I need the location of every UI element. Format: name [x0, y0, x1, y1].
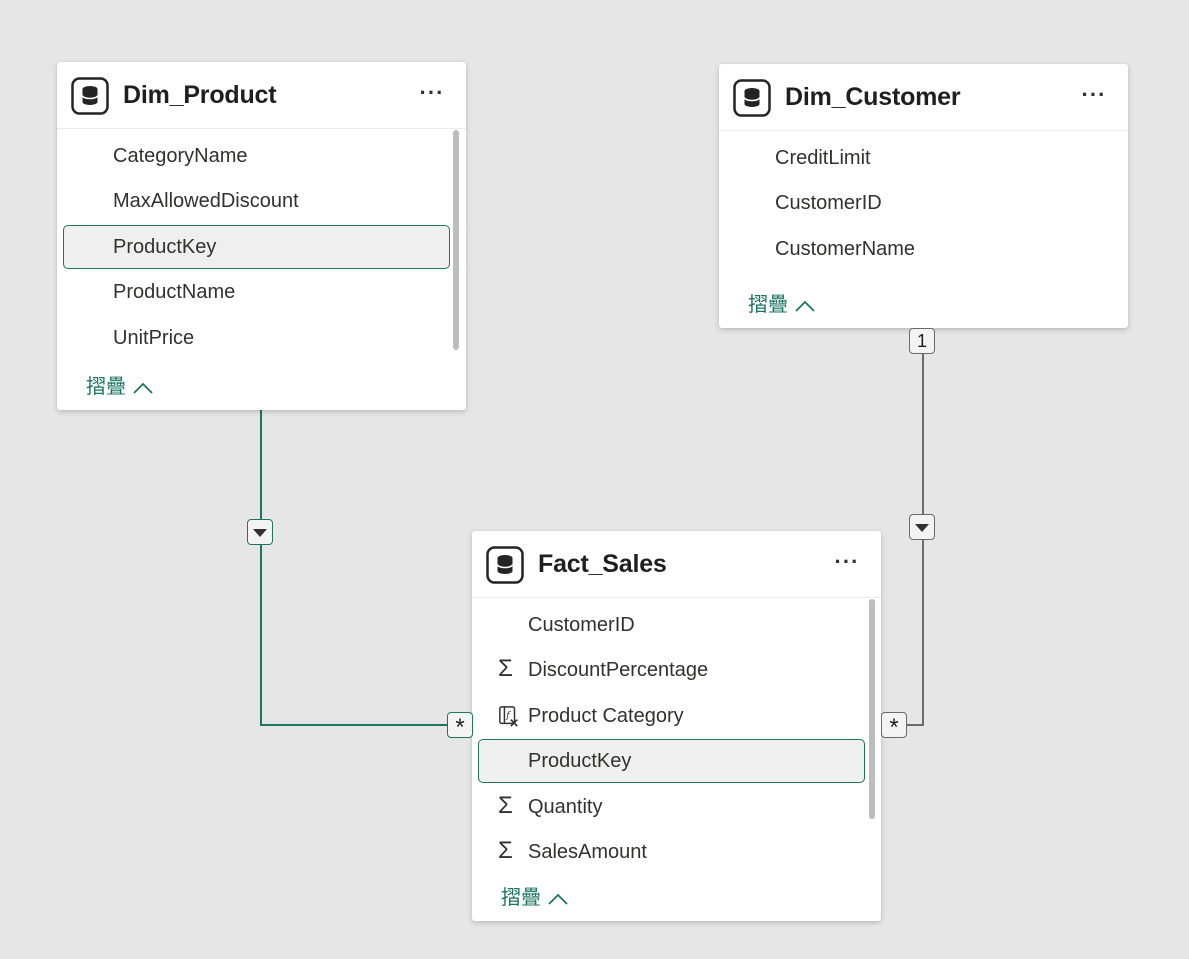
triangle-down-icon	[915, 524, 929, 532]
field-row-selected[interactable]: ProductKey	[63, 225, 450, 269]
table-card-dim-product[interactable]: Dim_Product ··· CategoryName MaxAllowedD…	[57, 62, 466, 410]
collapse-label: 摺疊	[501, 887, 541, 909]
field-name: Quantity	[528, 796, 603, 818]
table-title: Dim_Customer	[785, 83, 961, 111]
cardinality-one-marker-customer: 1	[909, 328, 935, 354]
field-row[interactable]: ProductName	[63, 270, 450, 314]
database-table-icon	[71, 77, 109, 115]
field-row[interactable]: UnitPrice	[63, 316, 450, 360]
field-name: UnitPrice	[113, 327, 195, 349]
scrollbar[interactable]	[453, 130, 459, 350]
collapse-button[interactable]: 摺疊	[501, 881, 569, 910]
cardinality-many-marker-product: *	[447, 712, 473, 741]
triangle-down-icon	[253, 529, 267, 537]
sigma-icon: Σ	[498, 655, 513, 682]
collapse-label: 摺疊	[86, 376, 126, 398]
field-name: DiscountPercentage	[528, 659, 709, 681]
field-name: ProductKey	[113, 236, 217, 258]
collapse-label: 摺疊	[748, 294, 788, 316]
field-name: CustomerID	[775, 192, 882, 214]
table-header[interactable]: Dim_Customer ···	[719, 64, 1128, 131]
cardinality-many-marker-customer: *	[881, 712, 907, 741]
field-row[interactable]: CustomerName	[725, 227, 1112, 271]
field-name: CreditLimit	[775, 147, 871, 169]
field-row-selected[interactable]: ProductKey	[478, 739, 865, 783]
chevron-up-icon	[133, 382, 153, 394]
filter-direction-marker-customer[interactable]	[909, 514, 935, 540]
more-options-button[interactable]: ···	[1078, 84, 1110, 112]
sigma-icon: Σ	[498, 792, 513, 819]
field-name: ProductKey	[528, 750, 632, 772]
field-row[interactable]: CustomerID	[725, 181, 1112, 225]
table-header[interactable]: Fact_Sales ···	[472, 531, 881, 598]
calculated-column-icon: f	[499, 706, 518, 727]
field-row[interactable]: Σ Quantity	[478, 785, 865, 829]
collapse-button[interactable]: 摺疊	[86, 370, 154, 399]
field-row[interactable]: CreditLimit	[725, 136, 1112, 180]
field-name: CategoryName	[113, 145, 248, 167]
database-table-icon	[486, 546, 524, 584]
more-options-button[interactable]: ···	[416, 82, 448, 110]
filter-direction-marker-product[interactable]	[247, 519, 273, 545]
field-row[interactable]: MaxAllowedDiscount	[63, 179, 450, 223]
field-name: CustomerName	[775, 238, 916, 260]
database-table-icon	[733, 79, 771, 117]
table-card-dim-customer[interactable]: Dim_Customer ··· CreditLimit CustomerID …	[719, 64, 1128, 328]
collapse-button[interactable]: 摺疊	[748, 288, 816, 317]
table-title: Dim_Product	[123, 81, 277, 109]
field-name: MaxAllowedDiscount	[113, 190, 299, 212]
field-row[interactable]: Σ SalesAmount	[478, 830, 865, 874]
table-title: Fact_Sales	[538, 550, 667, 578]
field-row[interactable]: Σ DiscountPercentage	[478, 648, 865, 692]
more-options-button[interactable]: ···	[831, 551, 863, 579]
relationship-line-product-sales	[260, 410, 460, 726]
field-row[interactable]: CategoryName	[63, 134, 450, 178]
field-row[interactable]: CustomerID	[478, 603, 865, 647]
sigma-icon: Σ	[498, 837, 513, 864]
field-row[interactable]: f Product Category	[478, 694, 865, 738]
svg-text:f: f	[505, 710, 511, 721]
table-card-fact-sales[interactable]: Fact_Sales ··· CustomerID Σ DiscountPerc…	[472, 531, 881, 921]
field-name: SalesAmount	[528, 841, 647, 863]
field-name: ProductName	[113, 281, 236, 303]
field-name: Product Category	[528, 705, 684, 727]
chevron-up-icon	[795, 300, 815, 312]
table-header[interactable]: Dim_Product ···	[57, 62, 466, 129]
field-name: CustomerID	[528, 614, 635, 636]
scrollbar[interactable]	[869, 599, 875, 819]
chevron-up-icon	[548, 893, 568, 905]
